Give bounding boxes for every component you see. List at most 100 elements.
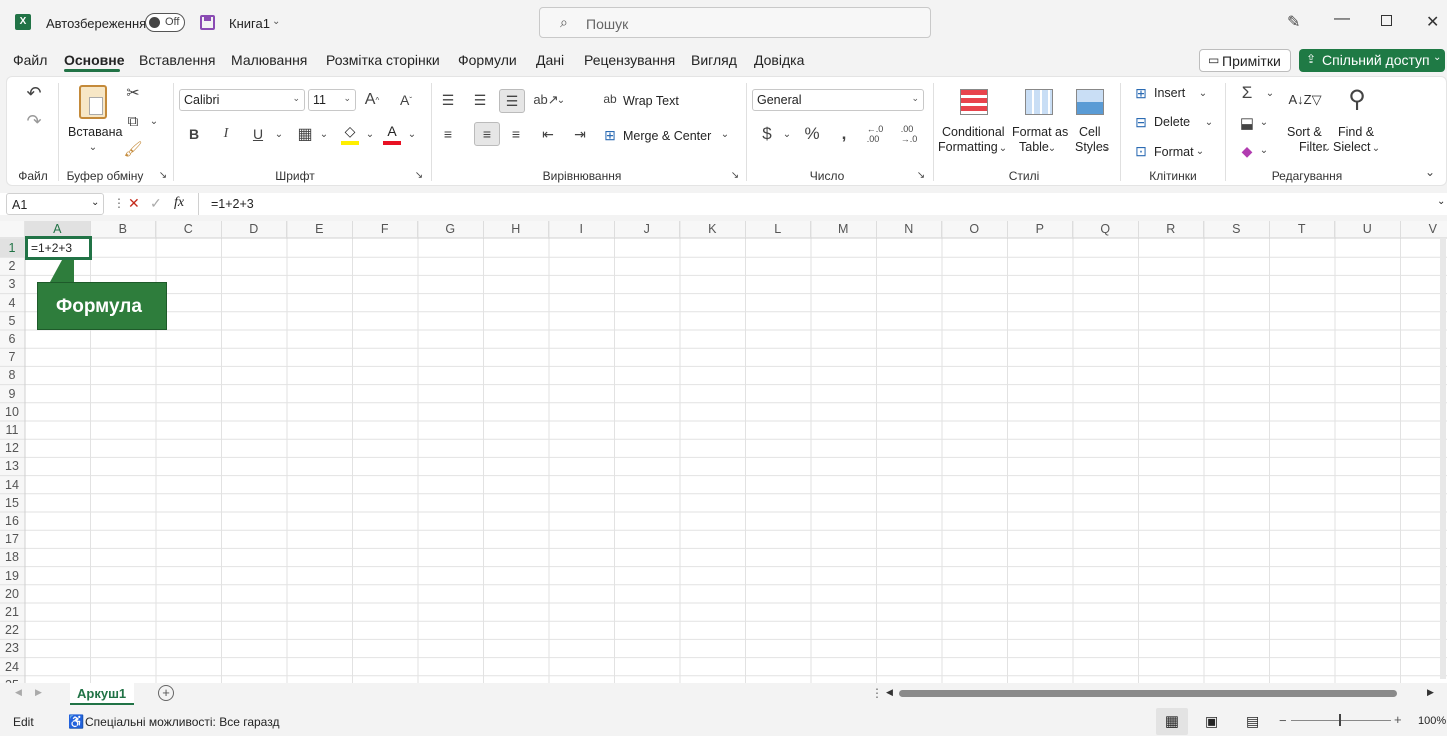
format-as-table-icon[interactable] — [1025, 89, 1053, 115]
column-header-f[interactable]: F — [353, 221, 418, 238]
menu-formulas[interactable]: Формули — [458, 52, 517, 68]
find-select-icon[interactable]: ⚲ — [1341, 83, 1373, 115]
workbook-name[interactable]: Книга1 — [229, 16, 270, 31]
chevron-down-icon[interactable]: ⌄ — [1371, 141, 1381, 155]
zoom-level[interactable]: 100% — [1418, 715, 1446, 727]
sort-filter-icon[interactable]: A↓Z▽ — [1288, 85, 1321, 115]
collapse-ribbon-icon[interactable]: ⌄ — [1423, 165, 1437, 179]
align-center-icon[interactable]: ≡ — [474, 122, 500, 146]
row-header-22[interactable]: 22 — [0, 621, 24, 639]
row-header-20[interactable]: 20 — [0, 585, 24, 603]
column-header-h[interactable]: H — [484, 221, 549, 238]
insert-button[interactable]: Insert — [1154, 86, 1185, 100]
fill-icon[interactable]: ⬓ — [1237, 113, 1257, 133]
autosum-icon[interactable]: Σ — [1237, 83, 1257, 103]
wrap-text-icon[interactable]: ab — [601, 89, 619, 109]
chevron-down-icon[interactable]: ⌄ — [319, 127, 329, 141]
column-header-b[interactable]: B — [91, 221, 156, 238]
save-icon[interactable] — [200, 15, 215, 30]
page-layout-view-icon[interactable]: ▣ — [1205, 713, 1218, 730]
row-header-18[interactable]: 18 — [0, 548, 24, 566]
accessibility-icon[interactable]: ♿ — [68, 714, 84, 730]
column-header-p[interactable]: P — [1008, 221, 1073, 238]
increase-font-icon[interactable]: A ^ — [361, 89, 383, 111]
menu-home[interactable]: Основне — [64, 52, 125, 68]
paste-button[interactable]: Вставана — [68, 125, 122, 139]
row-header-6[interactable]: 6 — [0, 330, 24, 348]
chevron-down-icon[interactable]: ⌄ — [1204, 115, 1214, 129]
row-header-11[interactable]: 11 — [0, 421, 24, 439]
add-sheet-icon[interactable]: + — [158, 685, 174, 701]
italic-icon[interactable]: I — [215, 123, 237, 145]
share-button[interactable]: ⇪ Спільний доступ ⌄ — [1299, 49, 1445, 72]
row-header-24[interactable]: 24 — [0, 658, 24, 676]
enter-icon[interactable]: ✓ — [150, 195, 162, 212]
horizontal-scrollbar[interactable] — [899, 690, 1397, 697]
column-header-l[interactable]: L — [746, 221, 811, 238]
row-header-1[interactable]: 1 — [0, 239, 24, 258]
hscroll-right-icon[interactable]: ▶ — [1427, 687, 1434, 698]
column-header-o[interactable]: O — [942, 221, 1008, 238]
cancel-icon[interactable]: ✕ — [128, 195, 140, 212]
chevron-down-icon[interactable]: ⌄ — [1047, 141, 1057, 155]
underline-icon[interactable]: U — [247, 123, 269, 145]
wrap-text-button[interactable]: Wrap Text — [623, 94, 679, 108]
row-header-2[interactable]: 2 — [0, 257, 24, 275]
column-header-e[interactable]: E — [287, 221, 353, 238]
dialog-launcher-icon[interactable]: ↘ — [157, 169, 169, 181]
format-button[interactable]: Format — [1154, 145, 1194, 159]
row-header-16[interactable]: 16 — [0, 512, 24, 530]
chevron-down-icon[interactable]: ⌄ — [1198, 86, 1208, 100]
format-as-table-line2[interactable]: Table — [1019, 140, 1049, 154]
row-header-14[interactable]: 14 — [0, 476, 24, 494]
restore-icon[interactable] — [1381, 15, 1392, 26]
chevron-down-icon[interactable]: ⌄ — [1100, 141, 1110, 155]
row-header-12[interactable]: 12 — [0, 439, 24, 457]
insert-function-icon[interactable]: fx — [174, 195, 184, 211]
sort-filter-line1[interactable]: Sort & — [1287, 125, 1322, 139]
pen-icon[interactable]: ✎ — [1287, 12, 1300, 32]
menu-page-layout[interactable]: Розмітка сторінки — [326, 52, 440, 68]
align-bottom-icon[interactable]: ☰ — [499, 89, 525, 113]
column-header-n[interactable]: N — [877, 221, 942, 238]
menu-help[interactable]: Довідка — [754, 52, 804, 68]
chevron-down-icon[interactable]: ⌄ — [1322, 141, 1332, 155]
column-header-s[interactable]: S — [1204, 221, 1270, 238]
column-header-v[interactable]: V — [1401, 221, 1447, 238]
zoom-out-icon[interactable]: − — [1279, 713, 1287, 728]
chevron-down-icon[interactable]: ⌄ — [1259, 115, 1269, 129]
chevron-down-icon[interactable]: ⌄ — [87, 141, 99, 153]
row-header-8[interactable]: 8 — [0, 366, 24, 384]
conditional-formatting-line2[interactable]: Formatting — [938, 140, 998, 154]
decrease-font-icon[interactable]: Aˇ — [395, 89, 417, 111]
column-header-u[interactable]: U — [1335, 221, 1401, 238]
redo-icon[interactable]: ↷ — [23, 110, 45, 132]
align-top-icon[interactable]: ☰ — [437, 89, 459, 111]
number-format-combo[interactable]: General ⌄ — [752, 89, 924, 111]
insert-cells-icon[interactable]: ⊞ — [1132, 84, 1150, 102]
dialog-launcher-icon[interactable]: ↘ — [915, 169, 927, 181]
name-box[interactable]: A1 ⌄ — [6, 193, 104, 215]
row-header-13[interactable]: 13 — [0, 457, 24, 475]
align-left-icon[interactable]: ≡ — [437, 123, 459, 145]
hscroll-left-icon[interactable]: ◀ — [886, 687, 893, 698]
menu-view[interactable]: Вигляд — [691, 52, 737, 68]
font-color-icon[interactable]: A — [381, 123, 403, 145]
search-box[interactable]: ⌕ Пошук — [539, 7, 931, 38]
chevron-down-icon[interactable]: ⌄ — [272, 16, 280, 27]
scroll-right-icon[interactable]: ▶ — [35, 687, 42, 698]
chevron-down-icon[interactable]: ⌄ — [556, 93, 566, 107]
format-as-table-line1[interactable]: Format as — [1012, 125, 1068, 139]
find-select-line2[interactable]: Sielect — [1333, 140, 1371, 154]
chevron-down-icon[interactable]: ⌄ — [274, 127, 284, 141]
column-header-g[interactable]: G — [418, 221, 484, 238]
active-cell[interactable]: =1+2+3 — [25, 236, 92, 260]
cell-styles-icon[interactable] — [1076, 89, 1104, 115]
merge-center-icon[interactable]: ⊞ — [601, 125, 619, 145]
clear-icon[interactable]: ◆ — [1237, 141, 1257, 161]
scroll-left-icon[interactable]: ◀ — [15, 687, 22, 698]
chevron-down-icon[interactable]: ⌄ — [998, 141, 1008, 155]
row-header-10[interactable]: 10 — [0, 403, 24, 421]
row-header-3[interactable]: 3 — [0, 275, 24, 293]
autosave-toggle[interactable]: Off — [145, 13, 185, 32]
